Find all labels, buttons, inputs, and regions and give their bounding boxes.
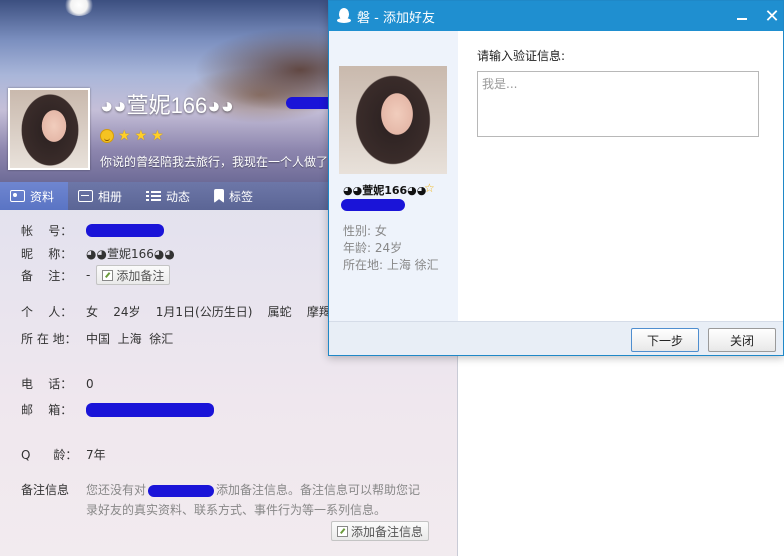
star-icon: ★ (118, 128, 131, 144)
redaction-mark (148, 484, 215, 497)
qage-row: Q 龄： 7年 (21, 446, 106, 463)
friend-location: 所在地: 上海 徐汇 (343, 258, 439, 272)
profile-signature: 你说的曾经陪我去旅行，我现在一个人做了 (100, 155, 329, 169)
tab-album[interactable]: 相册 (68, 182, 136, 210)
tab-profile[interactable]: 资料 (0, 182, 69, 210)
nickname-label: 昵 称： (21, 247, 73, 261)
card-icon (10, 190, 25, 202)
add-remark-info-label: 添加备注信息 (351, 524, 424, 539)
avatar[interactable] (8, 88, 90, 170)
verify-message-input[interactable] (477, 71, 759, 137)
photo-icon (78, 190, 94, 202)
star-icon: ★ (134, 128, 148, 144)
tab-feed[interactable]: 动态 (136, 182, 204, 210)
add-remark-button[interactable]: 添加备注 (96, 265, 171, 285)
close-button[interactable]: 关闭 (708, 328, 776, 352)
location-row: 所 在 地： 中国 上海 徐汇 (21, 330, 173, 347)
list-icon (146, 190, 162, 202)
location-label: 所 在 地： (21, 332, 77, 346)
star-icon: ★ (151, 128, 164, 144)
minimize-icon (737, 18, 747, 20)
profile-nickname: ◕◕萱妮166◕◕ (100, 93, 234, 118)
minimize-button[interactable] (727, 1, 757, 31)
add-remark-info-button[interactable]: 添加备注信息 (331, 521, 430, 541)
remark-label: 备 注： (21, 268, 73, 283)
dialog-footer: 下一步 关闭 (329, 321, 783, 355)
remark-info-text: 您还没有对 添加备注信息。备注信息可以帮助您记录好友的真实资料、联系方式、事件行为… (86, 480, 426, 520)
verify-label: 请输入验证信息: (477, 49, 566, 63)
remark-info-label: 备注信息 (21, 483, 70, 497)
qq-penguin-icon (337, 8, 351, 24)
qage-label: Q 龄： (21, 448, 78, 462)
tab-tags[interactable]: 标签 (204, 182, 267, 210)
remark-value: - (86, 268, 91, 282)
edit-note-icon (102, 269, 114, 281)
tab-label: 资料 (30, 189, 55, 204)
location-value: 中国 上海 徐汇 (86, 332, 174, 346)
account-label: 帐 号： (21, 224, 73, 238)
sun-level-icon (100, 129, 114, 143)
level-badges[interactable]: ★ ★ ★ (100, 128, 164, 144)
qage-value: 7年 (86, 448, 106, 462)
email-row: 邮 箱： (21, 401, 214, 418)
friend-name: ◕◕萱妮166◕◕ (343, 184, 427, 197)
moon-decoration (64, 0, 94, 16)
tab-label: 动态 (166, 189, 191, 204)
personal-value: 女 24岁 1月1日(公历生日) 属蛇 摩羯座 (86, 305, 343, 319)
redaction-mark (86, 224, 164, 237)
nickname-value: ◕◕萱妮166◕◕ (86, 247, 175, 261)
tab-label: 相册 (98, 189, 123, 204)
remark-info-row: 备注信息 (21, 481, 86, 498)
remark-text-start: 您还没有对 (86, 483, 147, 497)
nickname-row: 昵 称： ◕◕萱妮166◕◕ (21, 245, 175, 262)
friend-summary: ◕◕萱妮166◕◕ ☆ 性别: 女 年龄: 24岁 所在地: 上海 徐汇 (329, 31, 458, 321)
edit-note-icon (337, 525, 348, 537)
star-icon: ☆ (424, 181, 435, 195)
next-step-button[interactable]: 下一步 (631, 328, 699, 352)
close-icon[interactable]: ✕ (757, 1, 784, 31)
tab-label: 标签 (229, 189, 254, 204)
friend-avatar (339, 66, 447, 174)
personal-label: 个 人： (21, 305, 73, 319)
dialog-title: 磐 - 添加好友 (357, 10, 435, 26)
personal-row: 个 人： 女 24岁 1月1日(公历生日) 属蛇 摩羯座 (21, 303, 343, 320)
tag-icon (214, 189, 225, 203)
phone-row: 电 话： 0 (21, 375, 94, 392)
add-remark-label: 添加备注 (116, 268, 165, 283)
add-friend-dialog: 磐 - 添加好友 ✕ ◕◕萱妮166◕◕ ☆ 性别: 女 年龄: 24岁 所在地… (328, 0, 784, 356)
friend-gender: 性别: 女 (343, 224, 387, 238)
phone-label: 电 话： (21, 377, 73, 391)
phone-value: 0 (86, 376, 94, 391)
remark-row: 备 注： - 添加备注 (21, 265, 171, 285)
redaction-mark (341, 199, 405, 211)
account-row: 帐 号： (21, 222, 164, 239)
dialog-titlebar[interactable]: 磐 - 添加好友 (329, 1, 783, 31)
email-label: 邮 箱： (21, 403, 73, 417)
redaction-mark (86, 402, 214, 417)
friend-age: 年龄: 24岁 (343, 241, 403, 255)
